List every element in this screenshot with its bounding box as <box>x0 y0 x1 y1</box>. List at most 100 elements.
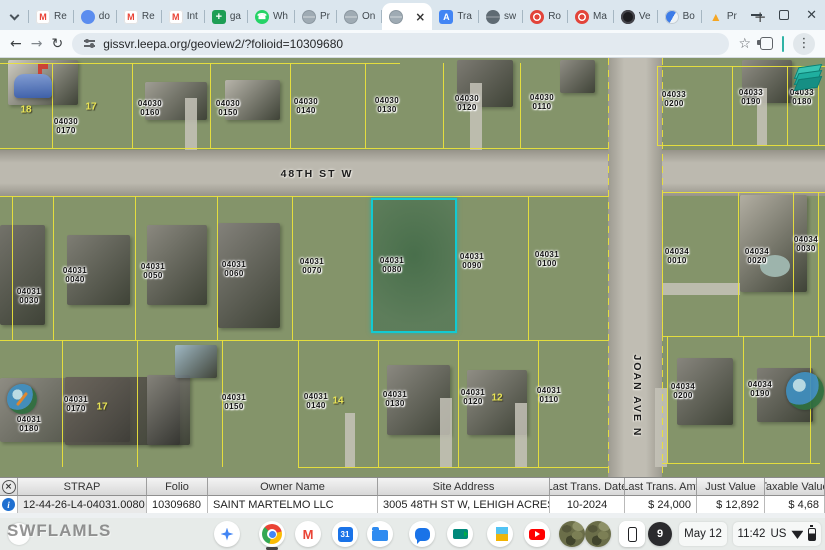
browser-tab[interactable]: +ga <box>205 3 248 30</box>
lot-number: 14 <box>332 396 343 407</box>
row-icon-cell: i <box>0 496 18 514</box>
globe-favicon-icon <box>344 10 358 24</box>
reload-icon[interactable]: ↻ <box>51 37 63 51</box>
lot-number: 17 <box>96 402 107 413</box>
browser-tab[interactable]: ATra <box>432 3 479 30</box>
screenshot-1-icon[interactable] <box>559 521 585 547</box>
play-icon[interactable] <box>487 521 513 547</box>
address-bar[interactable]: gissvr.leepa.org/geoview2/?folioid=10309… <box>72 33 729 55</box>
close-window-icon[interactable]: ✕ <box>806 8 817 23</box>
browser-toolbar: ← → ↻ gissvr.leepa.org/geoview2/?folioid… <box>0 30 825 58</box>
compass-globe-icon <box>7 384 37 414</box>
date-pill[interactable]: May 12 <box>679 522 727 546</box>
parcel-label: 040300140 <box>294 97 318 115</box>
parcel-boundary-line <box>0 196 608 197</box>
mls-watermark: SWFLAMLS <box>7 521 111 541</box>
browser-tab[interactable]: M Re <box>29 3 74 30</box>
tab-label: Ma <box>593 11 607 22</box>
browser-tab[interactable]: Bo <box>658 3 702 30</box>
tab-label: Wh <box>273 11 288 22</box>
driveway <box>662 283 740 295</box>
parcel-label: 040310070 <box>300 257 324 275</box>
back-icon[interactable]: ← <box>10 37 22 51</box>
browser-tab[interactable]: ☎Wh <box>248 3 295 30</box>
badge-9-icon[interactable]: 9 <box>648 522 672 546</box>
browser-tab[interactable]: On <box>337 3 382 30</box>
wifi-icon <box>791 529 803 539</box>
bookmark-star-icon[interactable]: ☆ <box>738 36 751 52</box>
tab-label: Tra <box>457 11 472 22</box>
parcel-data-table: ×STRAPFolioOwner NameSite AddressLast Tr… <box>0 477 825 513</box>
parcel-boundary-line <box>657 145 825 146</box>
browser-tab[interactable] <box>0 3 29 30</box>
parcel-boundary-line <box>292 196 293 340</box>
table-header-cell: Owner Name <box>208 478 378 496</box>
browser-tab-active[interactable]: × <box>382 3 432 30</box>
tab-close-icon[interactable]: × <box>415 10 425 24</box>
building-roof <box>0 225 45 325</box>
browser-tab[interactable]: Pr <box>295 3 337 30</box>
parcel-label: 040310170 <box>64 395 88 413</box>
parcel-boundary-line <box>667 336 668 463</box>
phone-icon[interactable] <box>619 521 645 547</box>
parcel-boundary-line <box>298 340 299 467</box>
table-header-cell: Last Trans. Amt <box>625 478 697 496</box>
gemini-icon[interactable] <box>214 521 240 547</box>
table-cell: 10309680 <box>147 496 208 514</box>
meet-icon[interactable] <box>447 521 473 547</box>
parcel-boundary-line <box>0 340 608 341</box>
chrome-icon[interactable] <box>259 521 285 547</box>
menu-button[interactable]: ⋮ <box>793 33 815 55</box>
browser-tabstrip: MRedoMReMInt+ga☎WhPrOn×ATraswRoMaVeBo▲Pr… <box>0 0 825 30</box>
table-cell: 12-44-26-L4-04031.0080 <box>18 496 147 514</box>
browser-tab[interactable]: Ve <box>614 3 658 30</box>
layers-icon[interactable] <box>794 66 824 92</box>
street-label: JOAN AVE N <box>631 354 643 437</box>
lot-number: 18 <box>20 105 31 116</box>
browser-tab[interactable]: do <box>74 3 117 30</box>
parcel-label: 040340200 <box>671 382 695 400</box>
parcel-boundary-line <box>210 63 211 148</box>
parcel-label: 040340030 <box>794 235 818 253</box>
parcel-boundary-line <box>290 63 291 148</box>
status-tray[interactable]: 11:42 US <box>733 522 821 546</box>
parcel-boundary-line <box>132 63 133 148</box>
browser-tab[interactable]: Ma <box>568 3 614 30</box>
browser-tab[interactable]: ▲Pr <box>702 3 744 30</box>
browser-tab[interactable]: sw <box>479 3 523 30</box>
screenshot-2-icon[interactable] <box>585 521 611 547</box>
row-info-icon[interactable]: i <box>2 498 15 511</box>
youtube-icon[interactable] <box>524 521 550 547</box>
globe-favicon-icon <box>302 10 316 24</box>
calendar-icon[interactable]: 31 <box>332 521 358 547</box>
table-cell: $ 4,68 <box>765 496 825 514</box>
driveway <box>655 388 667 467</box>
table-close-button[interactable]: × <box>2 480 16 494</box>
gmail-icon[interactable]: M <box>295 521 321 547</box>
parcel-boundary-line <box>53 196 54 340</box>
parcel-boundary-line <box>787 66 788 145</box>
parcel-label: 040340190 <box>748 380 772 398</box>
forward-icon[interactable]: → <box>31 37 43 51</box>
parcel-boundary-line <box>662 463 820 464</box>
chat-icon[interactable] <box>409 521 435 547</box>
parcel-label: 040340020 <box>745 247 769 265</box>
browser-tab[interactable]: Ro <box>523 3 568 30</box>
map-viewport[interactable]: 0403001700403001600403001500403001400403… <box>0 58 825 477</box>
browser-tab[interactable]: MInt <box>162 3 205 30</box>
parcel-label: 040300110 <box>530 93 554 111</box>
tab-label: Re <box>54 11 67 22</box>
table-corner-cell: × <box>0 478 18 496</box>
gmail-favicon-icon: M <box>36 10 50 24</box>
files-icon[interactable] <box>367 521 393 547</box>
minimize-icon[interactable] <box>751 14 762 16</box>
extensions-icon[interactable] <box>760 37 773 50</box>
street-label: 48TH ST W <box>281 168 354 180</box>
parcel-label: 040340010 <box>665 247 689 265</box>
globe-favicon-icon <box>389 10 403 24</box>
browser-tab[interactable]: MRe <box>117 3 162 30</box>
driveway <box>440 398 452 467</box>
restore-icon[interactable] <box>779 10 789 20</box>
site-settings-icon[interactable] <box>84 40 95 46</box>
table-header-cell: Last Trans. Date <box>550 478 625 496</box>
